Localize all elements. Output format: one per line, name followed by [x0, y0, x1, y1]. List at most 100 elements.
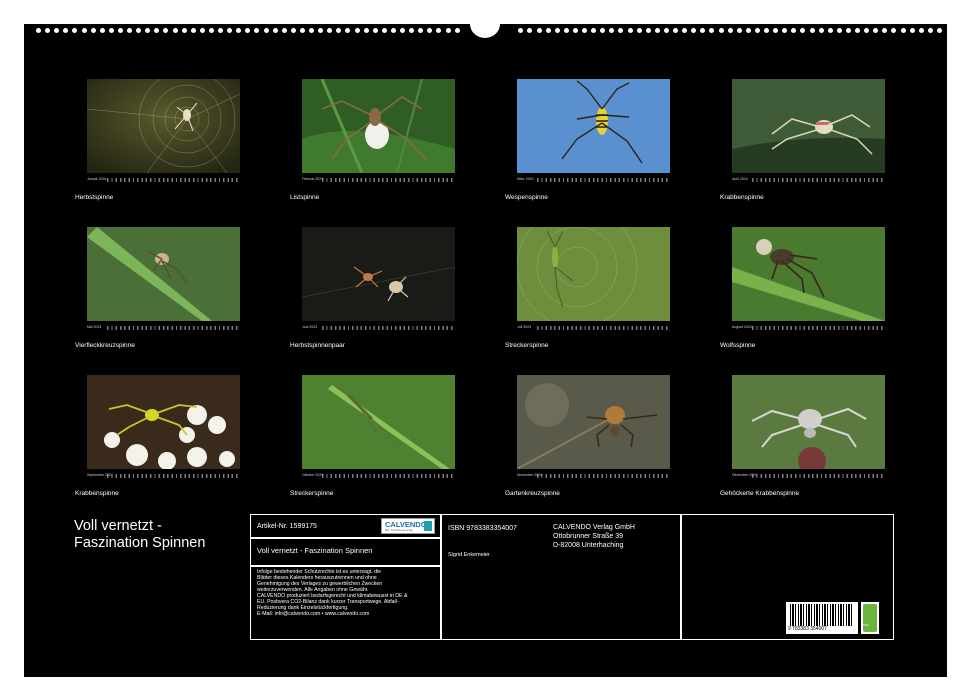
species-caption: Vierfleckkreuzspinne	[75, 342, 135, 349]
spider-photo-streckerspinne	[517, 227, 670, 321]
binding-hole	[363, 28, 369, 33]
binding-hole	[63, 28, 69, 33]
day-grid	[752, 326, 885, 330]
day-grid	[107, 474, 240, 478]
binding-hole	[354, 28, 360, 33]
species-caption: Herbstspinnenpaar	[290, 342, 345, 349]
binding-hole	[327, 28, 333, 33]
binding-hole	[818, 28, 824, 33]
binding-hole	[554, 28, 560, 33]
binding-hole	[90, 28, 96, 33]
binding-hole	[682, 28, 688, 33]
binding-hole	[436, 28, 442, 33]
spider-photo-herbstspinne	[87, 79, 240, 173]
binding-hole	[381, 28, 387, 33]
binding-hole	[600, 28, 606, 33]
binding-hole	[591, 28, 597, 33]
day-grid	[537, 326, 670, 330]
binding-hole	[809, 28, 815, 33]
binding-hole	[290, 28, 296, 33]
binding-hole	[918, 28, 924, 33]
binding-hole	[309, 28, 314, 33]
binding-hole	[900, 28, 906, 33]
binding-hole	[782, 28, 788, 33]
hanger-cutout	[470, 10, 500, 38]
binding-hole	[764, 28, 769, 33]
day-grid	[752, 474, 885, 478]
binding-hole	[336, 28, 342, 33]
author: Sigrid Enkemeier	[448, 552, 490, 558]
day-grid	[322, 178, 455, 182]
binding-hole	[218, 28, 223, 33]
day-grid	[107, 178, 240, 182]
binding-hole	[718, 28, 724, 33]
binding-hole	[645, 28, 651, 33]
binding-hole	[236, 28, 242, 33]
binding-hole	[654, 28, 660, 33]
spider-photo-herbstspinnenpaar	[302, 227, 455, 321]
calendar-title: Voll vernetzt - Faszination Spinnen	[74, 518, 205, 552]
binding-hole	[691, 28, 697, 33]
species-caption: Krabbenspinne	[720, 194, 764, 201]
binding-hole	[190, 28, 196, 33]
binding-hole	[390, 28, 396, 33]
binding-hole	[345, 28, 351, 33]
month-label: Mai 2024	[87, 325, 102, 329]
binding-hole	[454, 28, 460, 33]
spider-photo-wespenspinne	[517, 79, 670, 173]
calendar-back-sheet: Januar 2024 Herbstspinne Februar 2024 Li…	[24, 10, 947, 677]
month-label: Januar 2024	[87, 177, 107, 181]
month-label: Juni 2024	[302, 325, 318, 329]
binding-hole	[745, 28, 751, 33]
binding-hole	[208, 28, 214, 33]
binding-hole	[873, 28, 879, 33]
binding-hole	[181, 28, 187, 33]
binding-hole	[754, 28, 760, 33]
binding-hole	[117, 28, 123, 33]
binding-hole	[400, 28, 405, 33]
spider-photo-streckerspinne-halm	[302, 375, 455, 469]
species-caption: Listspinne	[290, 194, 320, 201]
binding-hole	[81, 28, 87, 33]
binding-hole	[536, 28, 542, 33]
binding-hole	[36, 28, 41, 33]
species-caption: Wolfsspinne	[720, 342, 756, 349]
day-grid	[107, 326, 240, 330]
calvendo-logo: CALVENDO Bild- und Kalenderverlag	[381, 518, 435, 534]
binding-hole	[545, 28, 551, 33]
binding-hole	[372, 28, 378, 33]
species-caption: Streckerspinne	[290, 490, 334, 497]
binding-hole	[673, 28, 678, 33]
day-grid	[322, 326, 455, 330]
species-caption: Wespenspinne	[505, 194, 548, 201]
calvendo-logo-mark	[424, 521, 432, 531]
binding-hole	[627, 28, 633, 33]
binding-hole	[427, 28, 433, 33]
binding-hole	[636, 28, 642, 33]
species-caption: Gehöckerte Krabbenspinne	[720, 490, 800, 497]
binding-hole	[827, 28, 833, 33]
binding-hole	[709, 28, 715, 33]
binding-hole	[609, 28, 615, 33]
binding-hole	[99, 28, 105, 33]
binding-hole	[245, 28, 251, 33]
binding-hole	[281, 28, 287, 33]
binding-hole	[299, 28, 305, 33]
binding-hole	[199, 28, 205, 33]
leaf-icon	[863, 604, 877, 632]
binding-hole	[882, 28, 888, 33]
binding-hole	[272, 28, 278, 33]
month-label: März 2024	[517, 177, 534, 181]
binding-hole	[145, 28, 151, 33]
binding-hole	[263, 28, 269, 33]
binding-hole	[909, 28, 915, 33]
article-number: Artikel-Nr. 1599175	[257, 523, 317, 530]
species-caption: Streckerspinne	[505, 342, 549, 349]
spider-photo-vierfleckkreuzspinne	[87, 227, 240, 321]
publisher-address: CALVENDO Verlag GmbH Ottobrunner Straße …	[553, 524, 635, 549]
binding-hole	[663, 28, 669, 33]
legal-text: Infolge bestehender Schutzrechte ist es …	[257, 569, 408, 617]
day-grid	[537, 474, 670, 478]
day-grid	[322, 474, 455, 478]
spider-photo-gehoeckerte-krabbenspinne	[732, 375, 885, 469]
